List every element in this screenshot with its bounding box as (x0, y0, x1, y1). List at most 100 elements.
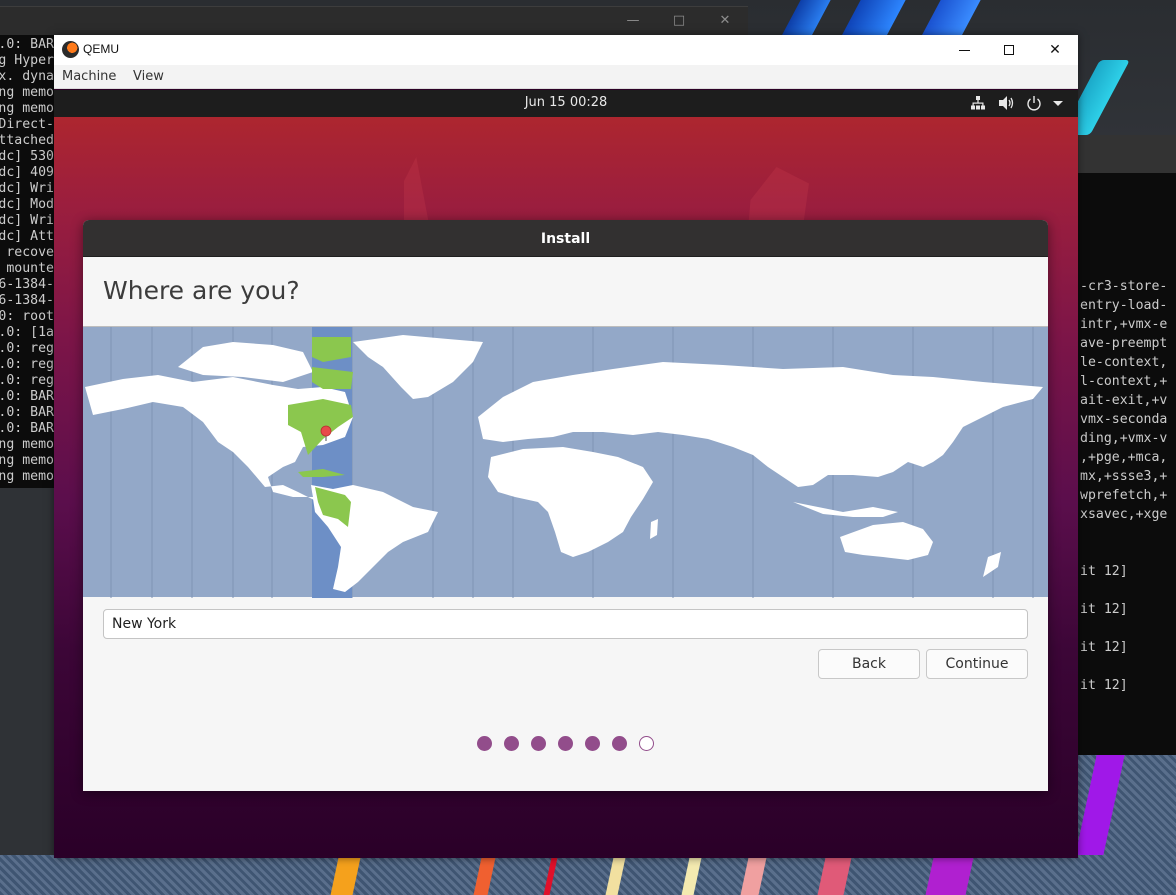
terminal-line: 00: root (0, 309, 54, 324)
close-icon: ✕ (1049, 42, 1061, 58)
network-icon[interactable] (970, 95, 986, 111)
progress-dot-completed (504, 736, 519, 751)
terminal-line: it 12] (1080, 678, 1128, 693)
wallpaper-stripe (681, 853, 703, 895)
continent-australia (840, 522, 933, 560)
background-terminal-output-right: -cr3-store-entry-load-intr,+vmx-e ave-pre… (1078, 173, 1176, 755)
terminal-line: sdc] Mod (0, 197, 54, 212)
terminal-line: sdc] 409 (0, 165, 54, 180)
terminal-line: sdc] Wri (0, 213, 54, 228)
terminal-line: ding,+vmx-v (1080, 431, 1168, 446)
minimize-icon (958, 49, 970, 51)
menu-bar: Machine View (54, 65, 1078, 89)
guest-screen: Jun 15 00:28 Install Where are you? New … (54, 90, 1078, 858)
timezone-map[interactable] (83, 326, 1048, 598)
dropdown-arrow-icon[interactable] (1051, 95, 1065, 111)
location-input[interactable] (103, 609, 1028, 639)
wallpaper-stripe (543, 853, 559, 895)
page-heading: Where are you? (103, 276, 300, 305)
maximize-button[interactable] (986, 35, 1032, 65)
terminal-line: 0.0: reg (0, 341, 54, 356)
terminal-line: wprefetch,+ (1080, 488, 1168, 503)
terminal-line: ave-preempt (1080, 336, 1168, 351)
window-title: QEMU (83, 42, 119, 56)
terminal-line: Direct- (0, 117, 54, 132)
progress-dot-completed (585, 736, 600, 751)
terminal-line: ing memo (0, 453, 54, 468)
terminal-line: 0.0: reg (0, 373, 54, 388)
terminal-line: ng Hyper (0, 53, 54, 68)
back-button[interactable]: Back (818, 649, 920, 679)
terminal-line: entry-load- (1080, 298, 1168, 313)
wallpaper-stripe (605, 853, 627, 895)
wallpaper-right (1075, 755, 1176, 895)
terminal-line: ax. dyna (0, 69, 54, 84)
installer-dialog: Install Where are you? New York Back Con… (83, 220, 1048, 791)
terminal-line: sdc] 530 (0, 149, 54, 164)
qemu-logo-icon (62, 41, 79, 58)
continue-button[interactable]: Continue (926, 649, 1028, 679)
terminal-line: -cr3-store- (1080, 279, 1168, 294)
terminal-line: 0.0: BAR (0, 405, 54, 420)
wallpaper-stripe (817, 853, 853, 895)
terminal-line: ,+pge,+mca, (1080, 450, 1168, 465)
terminal-line: sdc] Att (0, 229, 54, 244)
terminal-line: ttached (0, 133, 54, 148)
background-terminal-titlebar-right (1078, 135, 1176, 173)
terminal-line: intr,+vmx-e (1080, 317, 1168, 332)
background-terminal-output-left: 0.0: BARng Hyperax. dynaing memoing memo… (0, 35, 54, 488)
progress-dot-completed (531, 736, 546, 751)
world-map (85, 327, 1043, 598)
progress-dot-completed (477, 736, 492, 751)
terminal-line: sdc] Wri (0, 181, 54, 196)
terminal-line: le-context, (1080, 355, 1168, 370)
clock[interactable]: Jun 15 00:28 (54, 95, 1078, 110)
terminal-line: xsavec,+xge (1080, 507, 1168, 522)
terminal-line: ing memo (0, 437, 54, 452)
maximize-icon[interactable]: □ (664, 13, 694, 29)
dialog-title: Install (540, 231, 591, 247)
wallpaper-stripe (473, 853, 497, 895)
terminal-line: ing memo (0, 101, 54, 116)
terminal-line: l-context,+ (1080, 374, 1168, 389)
progress-dot-completed (558, 736, 573, 751)
terminal-line: it 12] (1080, 602, 1128, 617)
minimize-icon[interactable]: — (618, 13, 648, 29)
menu-machine[interactable]: Machine (62, 69, 116, 84)
terminal-line: 0.0: BAR (0, 421, 54, 436)
terminal-line: mounte (6, 261, 54, 276)
indonesia (793, 502, 898, 517)
menu-view[interactable]: View (133, 69, 164, 84)
terminal-line: 0.0: [1a (0, 325, 54, 340)
terminal-line: it 12] (1080, 640, 1128, 655)
wallpaper-stripe (1075, 755, 1125, 855)
wallpaper-bottom (0, 853, 1176, 895)
progress-dot-current (639, 736, 654, 751)
gnome-top-bar: Jun 15 00:28 (54, 90, 1078, 117)
close-button[interactable]: ✕ (1032, 35, 1078, 65)
terminal-line: 0.0: BAR (0, 389, 54, 404)
close-icon[interactable]: ✕ (710, 13, 740, 29)
background-terminal-titlebar[interactable]: — □ ✕ (0, 6, 748, 35)
qemu-window: QEMU ✕ Machine View Jun 15 00:28 Install… (54, 35, 1078, 858)
dialog-header[interactable]: Install (83, 220, 1048, 257)
wallpaper-stripe (925, 853, 975, 895)
minimize-button[interactable] (941, 35, 987, 65)
terminal-line: ing memo (0, 85, 54, 100)
volume-icon[interactable] (998, 95, 1016, 111)
terminal-line: 46-1384- (0, 277, 54, 292)
maximize-icon (1004, 45, 1014, 55)
terminal-line: 0.0: reg (0, 357, 54, 372)
terminal-line: ing memo (0, 485, 54, 488)
power-icon[interactable] (1026, 95, 1042, 111)
terminal-line: recove (6, 245, 54, 260)
terminal-line: vmx-seconda (1080, 412, 1168, 427)
wallpaper-stripe (740, 853, 768, 895)
qemu-titlebar[interactable]: QEMU ✕ (54, 35, 1078, 65)
arctic-islands (178, 342, 313, 382)
terminal-line: ing memo (0, 469, 54, 484)
